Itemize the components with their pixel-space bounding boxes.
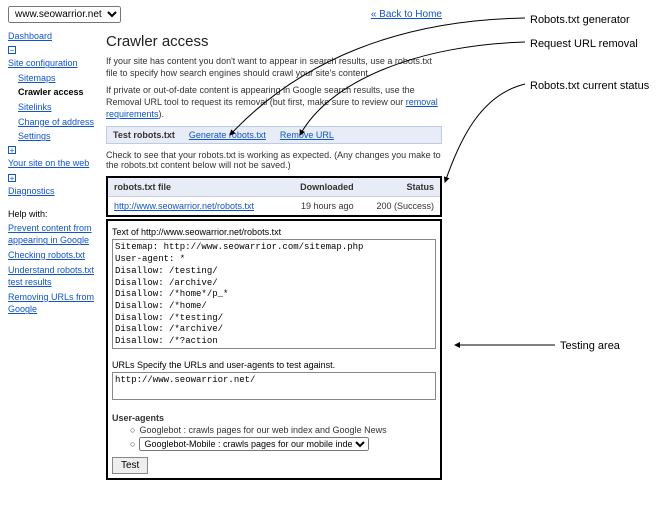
help-understand-results[interactable]: Understand robots.txt test results <box>8 263 98 290</box>
col-downloaded: Downloaded <box>284 178 360 197</box>
urls-label: URLs Specify the URLs and user-agents to… <box>112 360 436 370</box>
tab-remove-url[interactable]: Remove URL <box>280 130 334 140</box>
intro-text-1: If your site has content you don't want … <box>106 56 442 79</box>
nav-change-address[interactable]: Change of address <box>18 115 98 130</box>
sidebar: Dashboard − Site configuration Sitemaps … <box>8 29 98 480</box>
robots-file-link[interactable]: http://www.seowarrior.net/robots.txt <box>114 201 254 211</box>
annotation-testing: Testing area <box>560 340 620 352</box>
bullet-icon: ○ <box>130 439 135 449</box>
annotation-status: Robots.txt current status <box>530 80 649 92</box>
nav-settings[interactable]: Settings <box>18 129 98 144</box>
help-removing-urls[interactable]: Removing URLs from Google <box>8 290 98 317</box>
tab-generate-robots[interactable]: Generate robots.txt <box>189 130 266 140</box>
user-agents-heading: User-agents <box>112 413 436 423</box>
annotation-remove-url: Request URL removal <box>530 38 638 50</box>
minus-icon[interactable]: − <box>8 46 16 54</box>
help-prevent-content[interactable]: Prevent content from appearing in Google <box>8 221 98 248</box>
help-heading: Help with: <box>8 208 98 221</box>
help-checking-robots[interactable]: Checking robots.txt <box>8 248 98 263</box>
tab-test-robots[interactable]: Test robots.txt <box>113 130 175 140</box>
table-row: http://www.seowarrior.net/robots.txt 19 … <box>108 197 440 216</box>
status-value: 200 (Success) <box>360 197 440 216</box>
main-content: Crawler access If your site has content … <box>106 29 442 480</box>
plus-icon[interactable]: + <box>8 174 16 182</box>
downloaded-value: 19 hours ago <box>284 197 360 216</box>
col-status: Status <box>360 178 440 197</box>
robots-text-input[interactable] <box>112 239 436 349</box>
nav-sitemaps[interactable]: Sitemaps <box>18 71 98 86</box>
testing-area: Text of http://www.seowarrior.net/robots… <box>106 219 442 480</box>
nav-site-configuration[interactable]: Site configuration <box>8 56 98 71</box>
annotation-generator: Robots.txt generator <box>530 14 630 26</box>
tabs-bar: Test robots.txt Generate robots.txt Remo… <box>106 126 442 144</box>
plus-icon[interactable]: + <box>8 146 16 154</box>
test-button[interactable]: Test <box>112 457 148 474</box>
page-title: Crawler access <box>106 33 442 50</box>
back-to-home-link[interactable]: « Back to Home <box>371 9 442 20</box>
urls-input[interactable] <box>112 372 436 400</box>
nav-your-site-web[interactable]: Your site on the web <box>8 156 98 171</box>
robots-status-box: robots.txt file Downloaded Status http:/… <box>106 176 442 217</box>
nav-diagnostics[interactable]: Diagnostics <box>8 184 98 199</box>
site-selector[interactable]: www.seowarrior.net <box>8 6 121 23</box>
ua-googlebot-label: Googlebot : crawls pages for our web ind… <box>139 425 386 435</box>
ua-select[interactable]: Googlebot-Mobile : crawls pages for our … <box>139 437 369 451</box>
intro-text-2: If private or out-of-date content is app… <box>106 85 442 120</box>
test-note: Check to see that your robots.txt is wor… <box>106 150 442 170</box>
bullet-icon: ○ <box>130 425 135 435</box>
nav-dashboard[interactable]: Dashboard <box>8 29 98 44</box>
robots-text-label: Text of http://www.seowarrior.net/robots… <box>112 227 436 237</box>
nav-crawler-access[interactable]: Crawler access <box>18 85 98 100</box>
robots-status-table: robots.txt file Downloaded Status http:/… <box>108 178 440 215</box>
nav-sitelinks[interactable]: Sitelinks <box>18 100 98 115</box>
col-file: robots.txt file <box>108 178 284 197</box>
